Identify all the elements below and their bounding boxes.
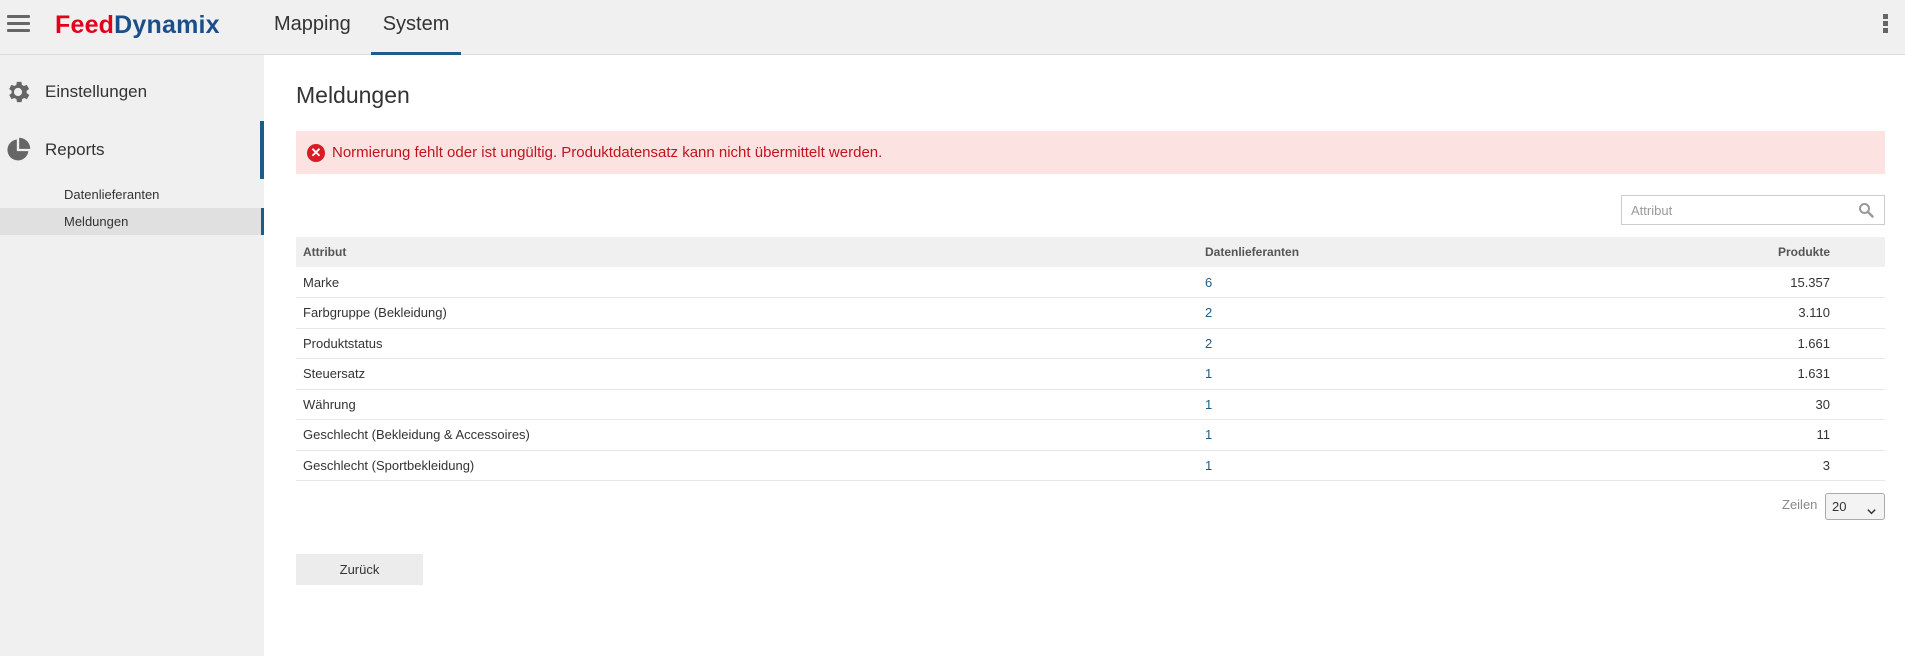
cell-attribut: Geschlecht (Sportbekleidung): [303, 457, 475, 473]
cell-produkte: 11: [1816, 427, 1831, 443]
logo-text-dynamix: Dynamix: [114, 11, 220, 39]
table-row: Währung 1 30: [296, 389, 1885, 420]
table-row: Geschlecht (Sportbekleidung) 1 3: [296, 450, 1885, 481]
cell-datenlieferanten-link[interactable]: 2: [1198, 298, 1678, 329]
cell-datenlieferanten-link[interactable]: 1: [1198, 450, 1678, 481]
pie-chart-icon: [3, 135, 33, 165]
table-row: Produktstatus 2 1.661: [296, 328, 1885, 359]
sidebar-item-einstellungen[interactable]: Einstellungen: [0, 63, 264, 121]
rows-per-page-value: 20: [1832, 499, 1847, 514]
cell-datenlieferanten-link[interactable]: 1: [1198, 359, 1678, 390]
cell-datenlieferanten-link[interactable]: 2: [1198, 328, 1678, 359]
search-input[interactable]: [1622, 196, 1842, 224]
back-button[interactable]: Zurück: [296, 554, 423, 585]
column-header-datenlieferanten[interactable]: Datenlieferanten: [1198, 237, 1678, 267]
sidebar-item-label: Reports: [45, 140, 105, 159]
reports-table: Attribut Datenlieferanten Produkte Marke…: [296, 237, 1885, 481]
chevron-down-icon: [1866, 500, 1877, 525]
hamburger-menu-icon[interactable]: [7, 15, 30, 33]
gear-icon: [3, 77, 33, 107]
search-icon[interactable]: [1858, 202, 1874, 218]
error-alert: ✕ Normierung fehlt oder ist ungültig. Pr…: [296, 131, 1885, 174]
error-message: Normierung fehlt oder ist ungültig. Prod…: [332, 144, 883, 161]
column-header-produkte[interactable]: Produkte: [1678, 237, 1885, 267]
cell-produkte: 15.357: [1790, 274, 1830, 290]
error-icon: ✕: [307, 143, 325, 162]
top-nav: Mapping System: [262, 0, 469, 55]
table-row: Farbgruppe (Bekleidung) 2 3.110: [296, 298, 1885, 329]
cell-produkte: 3.110: [1798, 305, 1830, 321]
cell-attribut: Währung: [303, 396, 356, 412]
sidebar: Einstellungen Reports Datenlieferanten M…: [0, 55, 264, 656]
sidebar-item-label: Einstellungen: [45, 82, 148, 101]
table-row: Steuersatz 1 1.631: [296, 359, 1885, 390]
cell-produkte: 3: [1822, 457, 1830, 473]
cell-produkte: 1.661: [1797, 335, 1830, 351]
cell-attribut: Geschlecht (Bekleidung & Accessoires): [303, 427, 530, 443]
sidebar-subitem-datenlieferanten[interactable]: Datenlieferanten: [0, 181, 264, 208]
column-header-attribut[interactable]: Attribut: [296, 237, 1198, 267]
logo-text-feed: Feed: [55, 11, 115, 39]
top-bar: FeedDynamix Mapping System: [0, 0, 1905, 55]
cell-datenlieferanten-link[interactable]: 1: [1198, 420, 1678, 451]
cell-datenlieferanten-link[interactable]: 6: [1198, 267, 1678, 298]
more-options-icon[interactable]: [1883, 14, 1889, 36]
table-header-row: Attribut Datenlieferanten Produkte: [296, 237, 1885, 267]
cell-produkte: 1.631: [1797, 366, 1830, 382]
tab-system[interactable]: System: [370, 0, 462, 55]
tab-mapping[interactable]: Mapping: [262, 0, 363, 55]
cell-attribut: Steuersatz: [303, 366, 366, 382]
rows-per-page-select[interactable]: 20: [1825, 493, 1885, 520]
table-row: Marke 6 15.357: [296, 267, 1885, 298]
page-title: Meldungen: [296, 82, 410, 108]
rows-per-page-label: Zeilen: [1782, 497, 1818, 512]
cell-datenlieferanten-link[interactable]: 1: [1198, 389, 1678, 420]
sidebar-subitem-meldungen[interactable]: Meldungen: [0, 208, 264, 235]
search-box: [1621, 195, 1885, 225]
cell-attribut: Marke: [303, 274, 340, 290]
cell-produkte: 30: [1815, 396, 1830, 412]
app-logo[interactable]: FeedDynamix: [55, 10, 220, 40]
table-row: Geschlecht (Bekleidung & Accessoires) 1 …: [296, 420, 1885, 451]
cell-attribut: Farbgruppe (Bekleidung): [303, 305, 447, 321]
cell-attribut: Produktstatus: [303, 335, 383, 351]
sidebar-item-reports[interactable]: Reports: [0, 121, 264, 179]
